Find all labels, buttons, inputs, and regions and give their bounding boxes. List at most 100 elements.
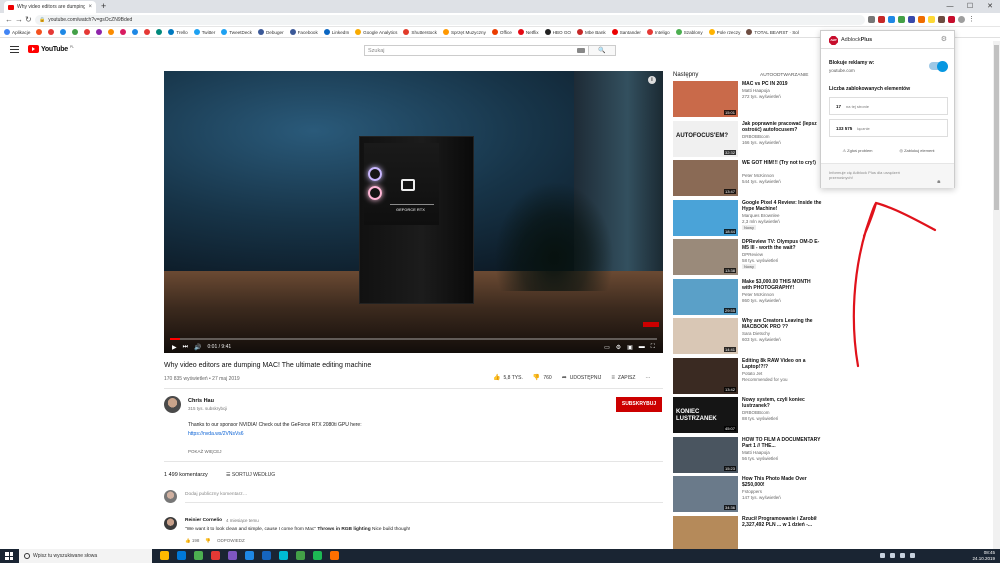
- related-video-title[interactable]: Nowy system, czyli koniec lustrzanek?: [742, 397, 822, 409]
- channel-name[interactable]: Chris Hau: [188, 398, 214, 404]
- related-video-title[interactable]: Make $3,000.00 THIS MONTH with PHOTOGRAP…: [742, 279, 822, 291]
- video-thumbnail[interactable]: 13:42: [673, 357, 738, 394]
- tray-icon[interactable]: [910, 553, 915, 558]
- bookmark-item[interactable]: [60, 29, 67, 35]
- close-window-button[interactable]: ✕: [980, 0, 1000, 13]
- bookmark-item[interactable]: Office: [491, 29, 512, 35]
- bookmark-item[interactable]: Twitter: [193, 29, 215, 35]
- more-actions-button[interactable]: ···: [645, 375, 650, 381]
- search-button[interactable]: 🔍: [589, 45, 616, 56]
- taskbar-app-icon[interactable]: [245, 551, 254, 560]
- bookmark-item[interactable]: [72, 29, 79, 35]
- video-thumbnail[interactable]: 18:44: [673, 199, 738, 236]
- video-thumbnail[interactable]: [673, 515, 738, 552]
- bookmark-item[interactable]: Google Analytics: [355, 29, 397, 35]
- bookmark-item[interactable]: TweetDeck: [221, 29, 252, 35]
- like-button[interactable]: 👍 5,8 TYS.: [493, 374, 523, 382]
- bookmark-item[interactable]: [84, 29, 91, 35]
- blocking-toggle[interactable]: [929, 60, 948, 72]
- bookmark-item[interactable]: [48, 29, 55, 35]
- reload-button[interactable]: ↻: [25, 14, 32, 26]
- info-icon[interactable]: i: [648, 76, 656, 84]
- bookmark-item[interactable]: Aplikacje: [4, 29, 30, 35]
- menu-icon[interactable]: ⋮: [968, 16, 975, 23]
- maximize-button[interactable]: ☐: [960, 0, 980, 13]
- extension-icon[interactable]: [908, 16, 915, 23]
- youtube-logo[interactable]: YouTube PL: [28, 45, 74, 53]
- theater-mode-icon[interactable]: ▬: [639, 344, 645, 351]
- related-video-item[interactable]: 15:01 MAC vs PC IN 2019 Matti Haapoja 272 t…: [673, 81, 823, 119]
- video-thumbnail[interactable]: 14:41: [673, 318, 738, 354]
- add-comment-input[interactable]: Dodaj publiczny komentarz…: [185, 492, 247, 497]
- guide-menu-icon[interactable]: [10, 46, 19, 53]
- back-button[interactable]: ←: [5, 14, 13, 26]
- progress-bar[interactable]: [170, 338, 657, 340]
- bookmark-item[interactable]: Facebook: [289, 29, 318, 35]
- page-scrollbar[interactable]: [993, 41, 1000, 549]
- share-button[interactable]: ➦ UDOSTĘPNIJ: [562, 374, 602, 382]
- channel-avatar[interactable]: [164, 396, 181, 413]
- related-video-item[interactable]: 29:55 Make $3,000.00 THIS MONTH with PHOT…: [673, 278, 823, 317]
- extension-icon[interactable]: [878, 16, 885, 23]
- tray-icon[interactable]: [890, 553, 895, 558]
- fullscreen-button[interactable]: ⛶: [651, 344, 655, 351]
- comment-reply-button[interactable]: ODPOWIEDZ: [217, 538, 245, 544]
- scrollbar-thumb[interactable]: [994, 45, 999, 210]
- related-video-title[interactable]: MAC vs PC IN 2019: [742, 81, 822, 87]
- extension-icon[interactable]: [918, 16, 925, 23]
- minimize-button[interactable]: —: [940, 0, 960, 13]
- related-video-item[interactable]: 13:38 DPReview TV: Olympus OM-D E-M5 III …: [673, 239, 823, 277]
- tray-icon[interactable]: [880, 553, 885, 558]
- related-video-item[interactable]: 13:42 Editing 8k RAW Video on a Laptop!?!…: [673, 357, 823, 396]
- related-video-item[interactable]: AUTOFOCUS'EM? 32:32 Jak poprawnie pracować…: [673, 120, 823, 159]
- related-video-item[interactable]: 34:36 How This Photo Made Over $250,000! F…: [673, 476, 823, 514]
- related-video-title[interactable]: Rzucił Programowanie i Zarobił 2,327,492…: [742, 516, 822, 528]
- video-thumbnail[interactable]: 15:23: [673, 436, 738, 473]
- bookmark-item[interactable]: Mbe Bank: [577, 29, 606, 35]
- new-tab-button[interactable]: +: [101, 1, 106, 11]
- android-store-icon[interactable]: ☗: [937, 179, 1000, 184]
- related-video-title[interactable]: Why are Creators Leaving the MACBOOK PRO…: [742, 318, 822, 330]
- adblock-plus-icon[interactable]: [948, 16, 955, 23]
- video-thumbnail[interactable]: KONIEC LUSTRZANEK 45:07: [673, 397, 738, 433]
- play-button[interactable]: ▶: [172, 344, 177, 351]
- video-thumbnail[interactable]: 34:36: [673, 476, 738, 512]
- bookmark-item[interactable]: [132, 29, 139, 35]
- bookmark-item[interactable]: [120, 29, 127, 35]
- related-video-title[interactable]: DPReview TV: Olympus OM-D E-M5 III - wor…: [742, 239, 822, 251]
- settings-button[interactable]: ⚙: [616, 344, 621, 351]
- related-video-title[interactable]: Editing 8k RAW Video on a Laptop!?!?: [742, 358, 822, 370]
- related-video-title[interactable]: WE GOT HIM!!! (Try not to cry!): [742, 160, 822, 166]
- omnibox[interactable]: 🔒 youtube.com/watch?v=gsOcZN9Bded: [35, 15, 865, 25]
- taskbar-app-icon[interactable]: [160, 551, 169, 560]
- bookmark-item[interactable]: Pole rzeczy: [708, 29, 740, 35]
- bookmark-item[interactable]: Netflix: [517, 29, 539, 35]
- miniplayer-icon[interactable]: ▣: [627, 344, 633, 351]
- bookmark-item[interactable]: Trello: [168, 29, 188, 35]
- video-thumbnail[interactable]: 29:55: [673, 278, 738, 315]
- tab-close-icon[interactable]: ×: [88, 4, 92, 10]
- comment-time[interactable]: 4 miesiące temu: [226, 518, 259, 523]
- taskbar-app-icon[interactable]: [262, 551, 271, 560]
- bookmark-item[interactable]: Sprzęt Muzyczny: [442, 29, 486, 35]
- bookmark-item[interactable]: Santander: [611, 29, 641, 35]
- taskbar-app-icon[interactable]: [330, 551, 339, 560]
- bookmark-item[interactable]: TOTAL BEARST · Sol: [746, 29, 799, 35]
- related-video-title[interactable]: Jak poprawnie pracować (lepsz ostrość) a…: [742, 121, 822, 133]
- bookmark-item[interactable]: LinkedIn: [323, 29, 349, 35]
- related-video-title[interactable]: HOW TO FILM A DOCUMENTARY Part 1 // THE.…: [742, 437, 822, 449]
- browser-tab[interactable]: Why video editors are dumping... ×: [4, 1, 96, 13]
- comment-like-button[interactable]: 👍 198: [185, 538, 199, 544]
- related-video-item[interactable]: Rzucił Programowanie i Zarobił 2,327,492…: [673, 515, 823, 554]
- block-element-button[interactable]: ◎ Zablokuj element: [899, 148, 934, 153]
- video-thumbnail[interactable]: 13:38: [673, 239, 738, 275]
- taskbar-app-icon[interactable]: [228, 551, 237, 560]
- start-button[interactable]: [5, 552, 13, 560]
- related-video-item[interactable]: 15:23 HOW TO FILM A DOCUMENTARY Part 1 //…: [673, 436, 823, 475]
- related-video-item[interactable]: 14:41 Why are Creators Leaving the MACBOO…: [673, 318, 823, 356]
- bookmark-item[interactable]: [36, 29, 43, 35]
- taskbar-app-icon[interactable]: [194, 551, 203, 560]
- settings-gear-icon[interactable]: ⚙: [941, 35, 947, 43]
- next-button[interactable]: ⏭: [183, 344, 188, 351]
- dislike-button[interactable]: 👎 760: [533, 374, 552, 382]
